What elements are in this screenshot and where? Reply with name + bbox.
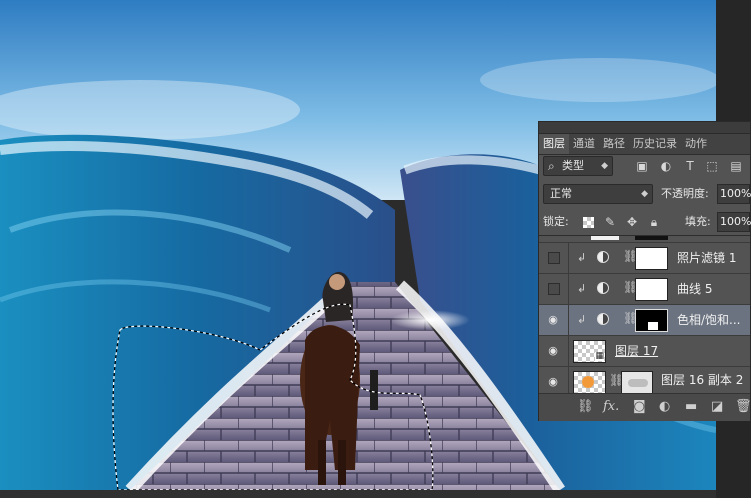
layer-thumbnail[interactable] [573, 371, 606, 394]
tab-paths[interactable]: 路径 [599, 134, 629, 154]
layer-row-partial[interactable] [539, 235, 750, 242]
layers-panel[interactable]: 图层 通道 路径 历史记录 动作 ⌕ 类型 ◆ ▣ ◐ T ⬚ ▤ 正常 ◆ 不… [538, 121, 751, 421]
layer-mask-thumbnail[interactable] [621, 371, 653, 394]
layer-row[interactable]: ↲ ⛓︎ 曲线 5 [539, 273, 750, 304]
tab-layers[interactable]: 图层 [539, 134, 569, 154]
pixel-filter-icon[interactable]: ▣ [635, 159, 649, 173]
chevron-down-icon: ◆ [601, 161, 608, 171]
blend-row: 正常 ◆ 不透明度: 100% [539, 182, 751, 206]
fx-icon[interactable]: fx. [603, 400, 619, 414]
filter-kind-dropdown[interactable]: ⌕ 类型 ◆ [543, 156, 613, 176]
lock-row: 锁定: ✎ ✥ 🔒︎ 填充: 100% [539, 210, 751, 234]
opacity-label: 不透明度: [661, 187, 709, 200]
lock-brush-icon[interactable]: ✎ [603, 215, 617, 229]
layer-name[interactable]: 曲线 5 [677, 274, 749, 304]
blend-mode-label: 正常 [550, 187, 572, 200]
layer-name[interactable]: 色相/饱和... [677, 305, 749, 335]
tab-channels[interactable]: 通道 [569, 134, 599, 154]
eye-icon[interactable]: ◉ [547, 345, 559, 357]
layer-name[interactable]: 照片滤镜 1 [677, 243, 749, 273]
lock-transparent-icon[interactable] [583, 217, 594, 228]
panel-title-bar[interactable] [539, 122, 750, 134]
clip-arrow-icon: ↲ [577, 313, 587, 326]
clip-arrow-icon: ↲ [577, 282, 587, 295]
chevron-down-icon: ◆ [641, 189, 648, 199]
lock-label: 锁定: [543, 215, 569, 228]
opacity-input[interactable]: 100% [717, 184, 751, 204]
adjustment-layer-icon [597, 251, 609, 263]
search-icon: ⌕ [548, 159, 555, 173]
layer-row-selected[interactable]: ◉ ↲ ⛓︎ 色相/饱和... [539, 304, 750, 335]
layer-mask-thumbnail[interactable] [635, 309, 668, 332]
filter-kind-label: 类型 [562, 159, 584, 172]
mask-icon[interactable]: ◙ [633, 400, 646, 414]
clip-arrow-icon: ↲ [577, 251, 587, 264]
shape-filter-icon[interactable]: ⬚ [705, 159, 719, 173]
lock-move-icon[interactable]: ✥ [625, 215, 639, 229]
panel-tabs: 图层 通道 路径 历史记录 动作 [539, 134, 750, 155]
folder-icon[interactable]: ▬ [685, 400, 697, 414]
adjustment-filter-icon[interactable]: ◐ [659, 159, 673, 173]
eye-icon[interactable]: ◉ [547, 314, 559, 326]
visibility-toggle[interactable] [548, 252, 560, 264]
smart-object-filter-icon[interactable]: ▤ [729, 159, 743, 173]
trash-icon[interactable]: 🗑︎ [735, 400, 751, 414]
adjustment-layer-icon [597, 282, 609, 294]
smart-object-icon: ▦ [595, 351, 604, 361]
layer-thumbnail[interactable]: ▦ [573, 340, 606, 363]
fill-input[interactable]: 100% [717, 212, 751, 232]
new-layer-icon[interactable]: ◪ [711, 400, 723, 414]
link-icon[interactable]: ⛓︎ [577, 400, 594, 414]
filter-row: ⌕ 类型 ◆ ▣ ◐ T ⬚ ▤ [539, 154, 750, 178]
layer-row[interactable]: ◉ ⛓︎ 图层 16 副本 2 [539, 366, 750, 394]
panel-footer: ⛓︎ fx. ◙ ◐ ▬ ◪ 🗑︎ [539, 393, 751, 421]
eye-icon[interactable]: ◉ [547, 376, 559, 388]
visibility-toggle[interactable] [548, 283, 560, 295]
layer-row[interactable]: ◉ ▦ 图层 17 [539, 335, 750, 366]
tab-history[interactable]: 历史记录 [629, 134, 681, 154]
layer-mask-thumbnail[interactable] [635, 247, 668, 270]
layer-name[interactable]: 图层 17 [615, 336, 735, 366]
layer-mask-thumbnail[interactable] [635, 278, 668, 301]
blend-mode-dropdown[interactable]: 正常 ◆ [543, 184, 653, 204]
adjustment-icon[interactable]: ◐ [659, 400, 670, 414]
status-bar [0, 490, 716, 498]
lock-all-icon[interactable]: 🔒︎ [647, 215, 661, 229]
tab-actions[interactable]: 动作 [681, 134, 711, 154]
type-filter-icon[interactable]: T [683, 159, 697, 173]
layer-row[interactable]: ↲ ⛓︎ 照片滤镜 1 [539, 242, 750, 273]
layer-name[interactable]: 图层 16 副本 2 [661, 367, 749, 394]
adjustment-layer-icon [597, 313, 609, 325]
fill-label: 填充: [685, 215, 711, 228]
